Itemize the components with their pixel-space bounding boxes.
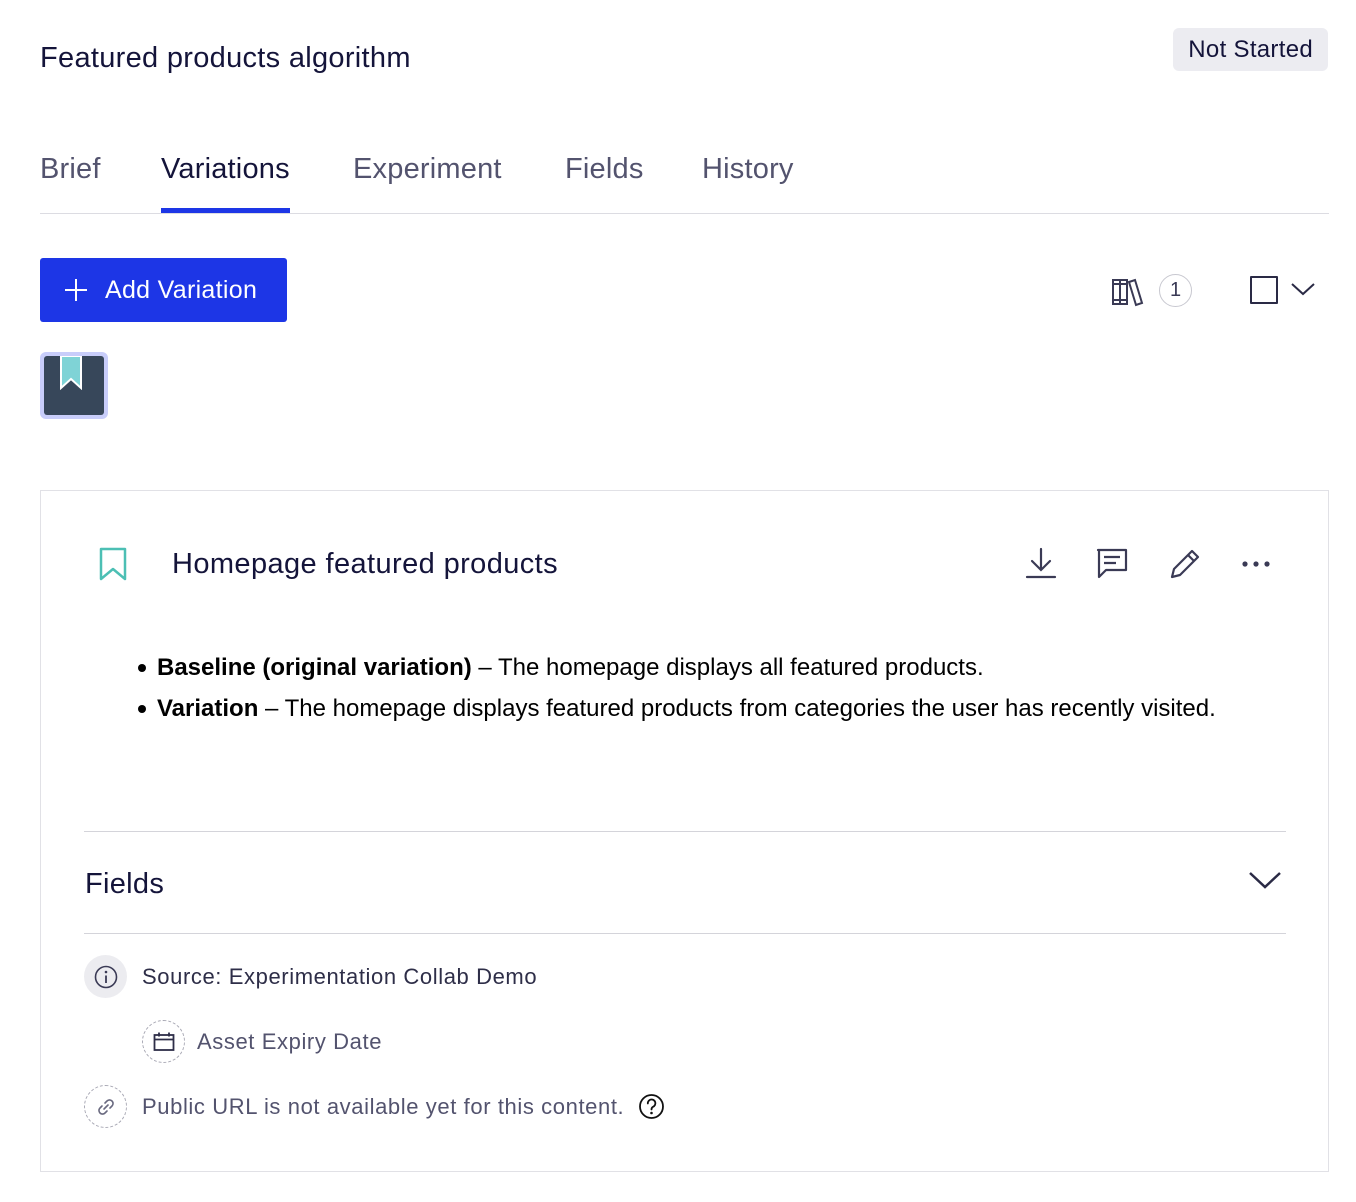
link-icon-wrap xyxy=(84,1085,127,1128)
calendar-icon xyxy=(153,1032,174,1051)
status-badge: Not Started xyxy=(1173,28,1328,71)
select-all-checkbox[interactable] xyxy=(1250,276,1278,304)
info-icon xyxy=(94,965,117,988)
more-icon[interactable] xyxy=(1238,545,1274,581)
comment-icon[interactable] xyxy=(1094,545,1130,581)
add-variation-button[interactable]: Add Variation xyxy=(40,258,287,322)
plus-icon xyxy=(65,279,87,301)
page-title: Featured products algorithm xyxy=(40,42,411,74)
tab-variations[interactable]: Variations xyxy=(161,150,290,213)
asset-expiry-row[interactable]: Asset Expiry Date xyxy=(142,1020,382,1063)
tab-brief[interactable]: Brief xyxy=(40,150,101,188)
divider xyxy=(84,831,1286,832)
list-item: Baseline (original variation) – The home… xyxy=(138,647,1216,688)
public-url-row: Public URL is not available yet for this… xyxy=(84,1085,665,1128)
tab-history[interactable]: History xyxy=(702,150,794,188)
library-count-badge: 1 xyxy=(1159,274,1192,307)
info-icon-wrap xyxy=(84,955,127,998)
description-text: – The homepage displays all featured pro… xyxy=(471,654,984,681)
variation-title: Homepage featured products xyxy=(172,548,559,580)
chevron-down-icon[interactable] xyxy=(1248,869,1282,891)
thumbnail-image xyxy=(44,356,104,415)
bookmark-icon xyxy=(99,547,127,581)
fields-heading: Fields xyxy=(85,868,165,900)
calendar-icon-wrap xyxy=(142,1020,185,1063)
bookmark-icon xyxy=(60,356,82,390)
link-icon xyxy=(97,1098,114,1115)
page-header: Featured products algorithm Not Started xyxy=(40,28,1328,80)
variation-description: Baseline (original variation) – The home… xyxy=(138,647,1216,729)
divider xyxy=(84,933,1286,934)
variation-thumbnail[interactable] xyxy=(40,352,108,419)
list-item: Variation – The homepage displays featur… xyxy=(138,688,1216,729)
description-label: Variation xyxy=(157,695,259,722)
variation-card: Homepage featured products Baseline (ori… xyxy=(40,490,1329,1172)
tab-fields[interactable]: Fields xyxy=(565,150,644,188)
source-row: Source: Experimentation Collab Demo xyxy=(84,955,537,998)
help-icon[interactable] xyxy=(638,1093,665,1120)
source-text: Source: Experimentation Collab Demo xyxy=(142,963,538,989)
tab-bar: Brief Variations Experiment Fields Histo… xyxy=(40,146,1329,214)
description-label: Baseline (original variation) xyxy=(157,654,472,681)
edit-icon[interactable] xyxy=(1166,545,1202,581)
tab-experiment[interactable]: Experiment xyxy=(353,150,502,188)
description-text: – The homepage displays featured product… xyxy=(258,695,1216,722)
add-variation-label: Add Variation xyxy=(105,275,258,304)
public-url-note: Public URL is not available yet for this… xyxy=(142,1093,625,1119)
library-icon[interactable] xyxy=(1110,270,1146,310)
chevron-down-icon[interactable] xyxy=(1290,278,1316,298)
download-icon[interactable] xyxy=(1023,545,1059,581)
asset-expiry-label: Asset Expiry Date xyxy=(197,1028,383,1054)
